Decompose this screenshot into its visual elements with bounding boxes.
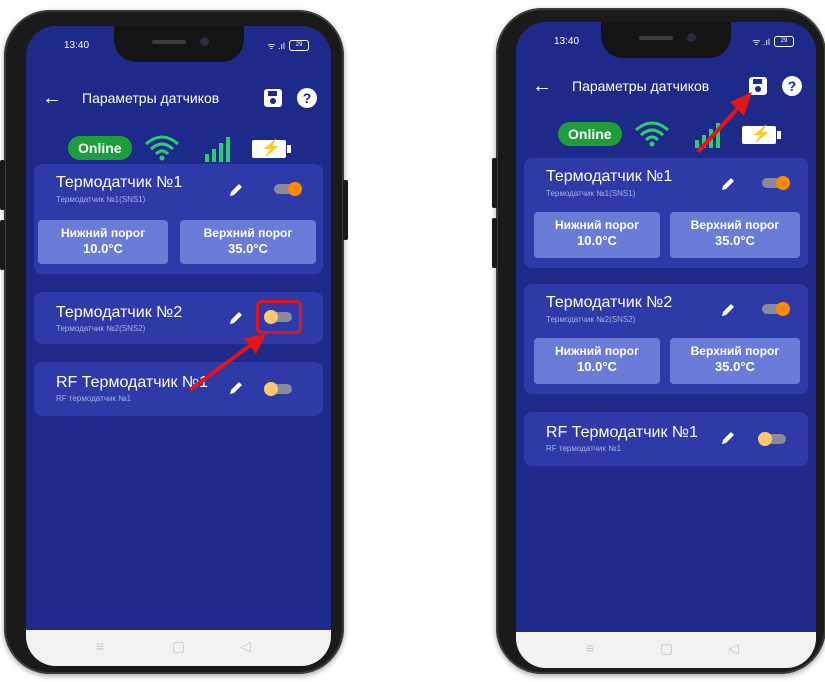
high-threshold-value: 35.0°C: [715, 359, 755, 374]
page-title: Параметры датчиков: [572, 78, 710, 94]
left-screen: 13:40 ᯤ .ıl 29 ← Параметры датчиков ? On…: [26, 26, 331, 666]
system-nav-bar: ≡ ▢ ◁: [26, 630, 331, 666]
signal-status-icon: ᯤ .ıl: [267, 41, 285, 51]
annotation-arrow: [696, 92, 752, 154]
phone-side-button: [0, 220, 5, 270]
battery-status-icon: 29: [774, 36, 794, 47]
sensor-name: Термодатчик №2: [56, 304, 183, 321]
top-bar: ← Параметры датчиков ?: [26, 84, 331, 114]
right-phone: 13:40 ᯤ .ıl 29 ← Параметры датчиков ? On…: [492, 8, 825, 674]
low-threshold-button[interactable]: Нижний порог 10.0°C: [534, 212, 660, 258]
edit-pencil-icon[interactable]: [228, 182, 244, 198]
menu-nav-icon[interactable]: ≡: [96, 638, 104, 654]
low-threshold-label: Нижний порог: [554, 218, 640, 232]
phone-side-button: [492, 158, 497, 208]
sensor-name: Термодатчик №2: [546, 294, 673, 311]
high-threshold-button[interactable]: Верхний порог 35.0°C: [180, 220, 316, 264]
home-nav-icon[interactable]: ▢: [660, 640, 673, 657]
sensor-card: Термодатчик №1 Термодатчик №1(SNS1) Нижн…: [524, 158, 808, 268]
sensor-card: RF Термодатчик №1 RF термодатчик №1: [524, 412, 808, 466]
sensor-toggle[interactable]: [758, 432, 788, 446]
sensor-subtitle: RF термодатчик №1: [56, 394, 132, 403]
system-nav-bar: ≡ ▢ ◁: [516, 632, 816, 668]
page-title: Параметры датчиков: [82, 90, 220, 106]
sensor-card: RF Термодатчик №1 RF термодатчик №1: [34, 362, 323, 416]
back-arrow-icon[interactable]: ←: [532, 72, 552, 100]
sensor-subtitle: Термодатчик №2(SNS2): [546, 315, 636, 324]
sensor-toggle[interactable]: [272, 182, 302, 196]
edit-pencil-icon[interactable]: [720, 176, 736, 192]
low-threshold-label: Нижний порог: [60, 226, 146, 240]
left-phone: 13:40 ᯤ .ıl 29 ← Параметры датчиков ? On…: [0, 10, 348, 674]
edit-pencil-icon[interactable]: [720, 302, 736, 318]
online-badge: Online: [558, 122, 622, 146]
menu-nav-icon[interactable]: ≡: [586, 640, 594, 656]
sensor-subtitle: Термодатчик №1(SNS1): [56, 195, 146, 204]
high-threshold-button[interactable]: Верхний порог 35.0°C: [670, 212, 800, 258]
high-threshold-label: Верхний порог: [690, 218, 780, 232]
sensor-card: Термодатчик №2 Термодатчик №2(SNS2) Нижн…: [524, 284, 808, 394]
edit-pencil-icon[interactable]: [228, 310, 244, 326]
low-threshold-value: 10.0°C: [577, 233, 617, 248]
sensor-name: RF Термодатчик №1: [546, 424, 698, 441]
back-arrow-icon[interactable]: ←: [42, 84, 62, 112]
save-icon[interactable]: [263, 88, 283, 108]
notch: [601, 22, 731, 58]
signal-strength-icon: [205, 137, 230, 162]
sensor-card: Термодатчик №1 Термодатчик №1(SNS1) Нижн…: [34, 164, 323, 274]
right-screen: 13:40 ᯤ .ıl 29 ← Параметры датчиков ? On…: [516, 22, 816, 668]
home-nav-icon[interactable]: ▢: [172, 638, 185, 655]
sensor-toggle[interactable]: [760, 302, 790, 316]
notch: [113, 26, 244, 62]
high-threshold-button[interactable]: Верхний порог 35.0°C: [670, 338, 800, 384]
battery-charging-icon: ⚡: [252, 140, 291, 158]
battery-status-icon: 29: [289, 40, 309, 51]
sensor-subtitle: Термодатчик №1(SNS1): [546, 189, 636, 198]
wifi-icon: [635, 121, 669, 147]
phone-side-button: [0, 160, 5, 210]
top-bar: ← Параметры датчиков ?: [516, 72, 816, 102]
sensor-subtitle: Термодатчик №2(SNS2): [56, 324, 146, 333]
annotation-arrow: [188, 334, 266, 392]
low-threshold-button[interactable]: Нижний порог 10.0°C: [534, 338, 660, 384]
high-threshold-value: 35.0°C: [228, 241, 268, 256]
online-badge: Online: [68, 136, 132, 160]
sensor-name: Термодатчик №1: [546, 168, 673, 185]
high-threshold-value: 35.0°C: [715, 233, 755, 248]
low-threshold-value: 10.0°C: [577, 359, 617, 374]
low-threshold-button[interactable]: Нижний порог 10.0°C: [38, 220, 168, 264]
sensor-subtitle: RF термодатчик №1: [546, 444, 622, 453]
sensor-toggle[interactable]: [760, 176, 790, 190]
help-icon[interactable]: ?: [297, 88, 317, 108]
back-nav-icon[interactable]: ◁: [728, 640, 739, 657]
sensor-card: Термодатчик №2 Термодатчик №2(SNS2): [34, 292, 323, 344]
high-threshold-label: Верхний порог: [690, 344, 780, 358]
phone-side-button: [492, 218, 497, 268]
back-nav-icon[interactable]: ◁: [240, 638, 251, 655]
sensor-name: Термодатчик №1: [56, 174, 183, 191]
high-threshold-label: Верхний порог: [203, 226, 293, 240]
wifi-icon: [145, 135, 179, 161]
edit-pencil-icon[interactable]: [720, 430, 736, 446]
signal-status-icon: ᯤ .ıl: [752, 37, 770, 47]
status-time: 13:40: [64, 40, 90, 51]
status-indicators: Online ⚡: [516, 120, 816, 150]
status-indicators: Online ⚡: [26, 134, 331, 164]
phone-side-button: [343, 180, 348, 240]
low-threshold-label: Нижний порог: [554, 344, 640, 358]
status-icons: ᯤ .ıl 29: [752, 35, 794, 48]
low-threshold-value: 10.0°C: [83, 241, 123, 256]
status-icons: ᯤ .ıl 29: [267, 39, 309, 52]
status-time: 13:40: [554, 36, 580, 47]
help-icon[interactable]: ?: [782, 76, 802, 96]
